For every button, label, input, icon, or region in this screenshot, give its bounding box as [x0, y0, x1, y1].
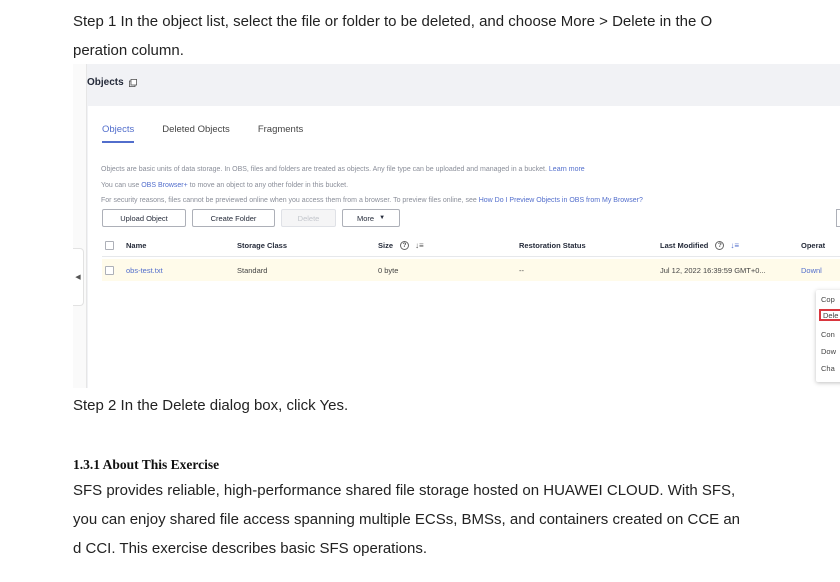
page-title: Objects [87, 77, 137, 88]
page-title-text: Objects [87, 77, 124, 88]
select-all-checkbox[interactable] [105, 240, 114, 250]
obs-browser-link[interactable]: OBS Browser+ [141, 182, 188, 189]
preview-help-link[interactable]: How Do I Preview Objects in OBS from My … [479, 197, 643, 204]
tab-objects[interactable]: Objects [102, 124, 135, 143]
delete-button[interactable]: Delete [281, 209, 336, 227]
section-heading: 1.3.1 About This Exercise [73, 457, 220, 472]
info-text: Objects are basic units of data storage.… [101, 162, 643, 209]
info-line-3: For security reasons, files cannot be pr… [101, 193, 643, 209]
col-storage-class[interactable]: Storage Class [237, 234, 287, 256]
info-line-2-suffix: to move an object to any other folder in… [189, 181, 349, 189]
step1-line1: Step 1 In the object list, select the fi… [73, 13, 713, 30]
col-operation: Operat [801, 240, 826, 250]
info-line-2-prefix: You can use [101, 181, 140, 189]
cell-restoration-status: -- [519, 265, 524, 275]
menu-item-change[interactable]: Cha [821, 364, 835, 373]
more-dropdown-menu: Cop Dele Con Dow Cha [816, 290, 840, 382]
upload-object-button[interactable]: Upload Object [102, 209, 186, 227]
row-checkbox[interactable] [105, 265, 114, 275]
col-restoration-status[interactable]: Restoration Status [519, 234, 586, 256]
tab-deleted-objects[interactable]: Deleted Objects [162, 124, 230, 143]
col-size-label: Size [378, 240, 394, 250]
menu-item-configure[interactable]: Con [821, 330, 835, 339]
object-name-link[interactable]: obs-test.txt [126, 259, 163, 281]
left-nav-strip [73, 64, 87, 388]
step1-line2: peration column. [73, 42, 184, 59]
tab-fragments[interactable]: Fragments [258, 124, 303, 143]
menu-item-download[interactable]: Dow [821, 347, 836, 356]
objects-card: Objects Deleted Objects Fragments Object… [88, 106, 840, 388]
menu-item-delete[interactable]: Dele [819, 309, 840, 321]
caret-down-icon: ▼ [379, 215, 386, 221]
collapse-handle[interactable]: ◀ [73, 248, 84, 306]
tab-bar: Objects Deleted Objects Fragments [102, 124, 331, 143]
menu-item-copy[interactable]: Cop [821, 295, 835, 304]
learn-more-link[interactable]: Learn more [549, 166, 585, 173]
more-button[interactable]: More ▼ [342, 209, 400, 227]
info-line-3-prefix: For security reasons, files cannot be pr… [101, 197, 477, 204]
help-icon[interactable]: ? [400, 240, 410, 250]
more-button-label: More [356, 213, 375, 223]
toolbar: Upload Object Create Folder Delete More … [102, 209, 400, 227]
step2-line: Step 2 In the Delete dialog box, click Y… [73, 397, 349, 414]
search-box-edge[interactable] [836, 209, 840, 227]
obs-console-screenshot: ◀ Objects Objects Deleted Objects Fragme… [73, 64, 840, 388]
download-link[interactable]: Downl [801, 259, 822, 281]
info-line-1: Objects are basic units of data storage.… [101, 162, 643, 178]
para-line1: SFS provides reliable, high-performance … [73, 482, 736, 499]
help-icon[interactable]: ? [715, 240, 725, 250]
col-last-modified-label: Last Modified [660, 240, 709, 250]
table-row[interactable]: obs-test.txt Standard 0 byte -- Jul 12, … [102, 259, 840, 281]
sort-icon[interactable]: ↓≡ [415, 241, 424, 250]
cell-size: 0 byte [378, 265, 399, 275]
table-header: Name Storage Class Size ? ↓≡ Restoration… [102, 234, 840, 257]
external-link-icon[interactable] [128, 78, 137, 87]
info-line-1-text: Objects are basic units of data storage.… [101, 166, 547, 173]
col-last-modified[interactable]: Last Modified ? ↓≡ [660, 234, 739, 256]
cell-storage-class: Standard [237, 265, 268, 275]
col-size[interactable]: Size ? ↓≡ [378, 234, 424, 256]
create-folder-button[interactable]: Create Folder [192, 209, 275, 227]
para-line2: you can enjoy shared file access spannin… [73, 511, 741, 528]
para-line3: d CCI. This exercise describes basic SFS… [73, 540, 428, 557]
chevron-left-icon: ◀ [75, 274, 81, 281]
cell-last-modified: Jul 12, 2022 16:39:59 GMT+0... [660, 265, 766, 275]
col-name[interactable]: Name [126, 234, 146, 256]
sort-icon[interactable]: ↓≡ [730, 241, 739, 250]
info-line-2: You can use OBS Browser+ to move an obje… [101, 178, 643, 194]
